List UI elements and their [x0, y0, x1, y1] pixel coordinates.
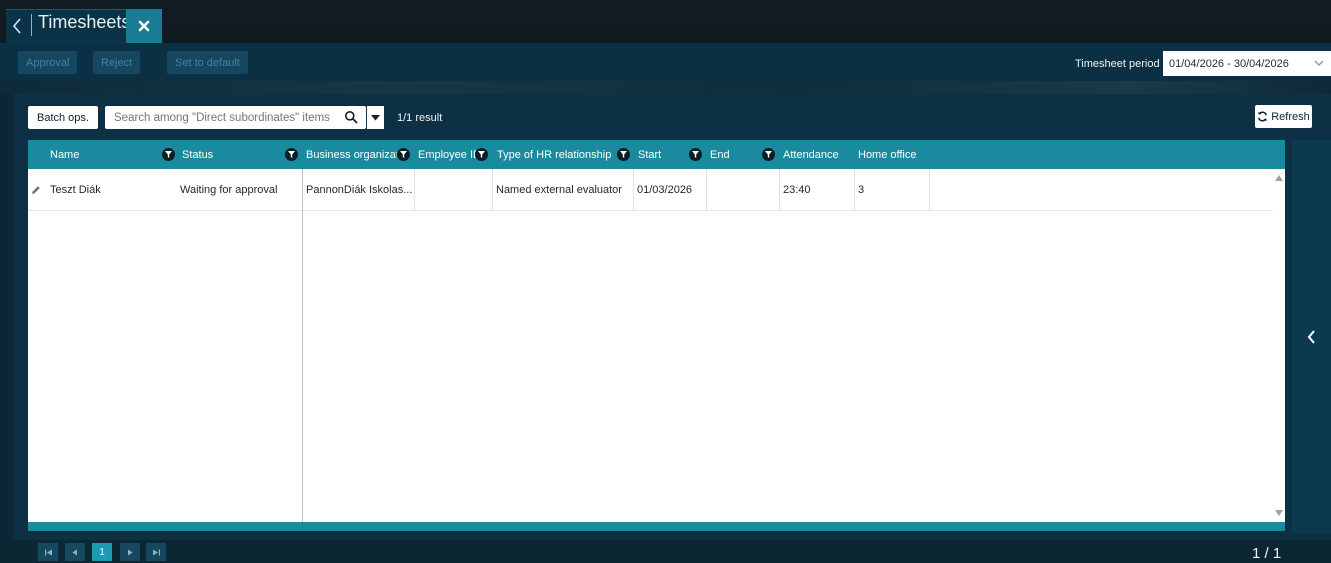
table-row[interactable]: Teszt Diák Waiting for approval PannonDi…: [28, 169, 1273, 211]
cell-business-org: PannonDiák Iskolas...: [303, 169, 415, 211]
decorative-band: [0, 81, 1331, 94]
cell-start: 01/03/2026: [634, 169, 707, 211]
search-scope-dropdown[interactable]: [367, 106, 384, 129]
first-page-icon: [44, 549, 52, 555]
search-icon: [345, 111, 358, 124]
prev-page-icon: [72, 549, 77, 555]
cell-end: [707, 169, 780, 211]
grid-header: Name Status Business organizat Employee …: [28, 140, 1285, 169]
close-icon: [138, 20, 150, 32]
next-page-icon: [128, 549, 133, 555]
filter-icon[interactable]: [162, 148, 175, 161]
result-count: 1/1 result: [397, 112, 443, 124]
last-page-button[interactable]: [146, 543, 166, 561]
column-header-end[interactable]: End: [710, 140, 760, 169]
column-label: Start: [638, 148, 662, 161]
filter-icon[interactable]: [285, 148, 298, 161]
refresh-icon: [1258, 111, 1268, 122]
scroll-down-icon[interactable]: [1275, 510, 1283, 516]
approval-button[interactable]: Approval: [18, 51, 78, 74]
column-label: Business organizat: [306, 148, 397, 161]
caret-down-icon: [371, 114, 380, 120]
previous-page-button[interactable]: [65, 543, 85, 561]
cell-employee-id: [415, 169, 493, 211]
frozen-column-divider: [302, 169, 303, 522]
filter-icon[interactable]: [762, 148, 775, 161]
refresh-button[interactable]: Refresh: [1255, 105, 1312, 128]
current-page-button[interactable]: 1: [92, 543, 112, 561]
collapse-left-icon: [1307, 329, 1315, 344]
timesheet-period-label: Timesheet period: [1075, 58, 1160, 70]
column-header-home-office[interactable]: Home office: [858, 140, 930, 169]
refresh-label: Refresh: [1271, 110, 1310, 123]
column-label: Home office: [858, 148, 917, 161]
cell-attendance: 23:40: [780, 169, 855, 211]
column-header-employee-id[interactable]: Employee ID: [418, 140, 476, 169]
close-tab-button[interactable]: [126, 9, 162, 43]
chevron-down-icon: [1314, 60, 1324, 66]
title-bar: Timesheets: [0, 0, 1331, 43]
search-box: [105, 106, 366, 129]
timesheet-period-select[interactable]: 01/04/2026 - 30/04/2026: [1163, 51, 1331, 76]
next-page-button[interactable]: [120, 543, 140, 561]
search-button[interactable]: [344, 110, 358, 127]
filter-icon[interactable]: [617, 148, 630, 161]
back-button[interactable]: [6, 9, 28, 43]
column-label: Employee ID: [418, 148, 476, 161]
grid-footer: [28, 522, 1285, 531]
batch-ops-button[interactable]: Batch ops.: [28, 106, 98, 129]
cell-hr-relationship: Named external evaluator: [493, 169, 634, 211]
edit-row-button[interactable]: [28, 169, 44, 211]
column-header-name[interactable]: Name: [50, 140, 170, 169]
filter-icon[interactable]: [475, 148, 488, 161]
edit-icon: [32, 186, 40, 194]
column-header-status[interactable]: Status: [182, 140, 282, 169]
first-page-button[interactable]: [38, 543, 58, 561]
column-header-business-org[interactable]: Business organizat: [306, 140, 397, 169]
grid-body: Teszt Diák Waiting for approval PannonDi…: [28, 169, 1285, 522]
column-header-attendance[interactable]: Attendance: [783, 140, 853, 169]
page-indicator: 1 / 1: [1252, 545, 1282, 562]
column-label: End: [710, 148, 730, 161]
column-header-hr-relationship[interactable]: Type of HR relationship: [497, 140, 615, 169]
search-input[interactable]: [114, 111, 342, 124]
tab-divider: [31, 14, 32, 36]
column-label: Status: [182, 148, 214, 161]
column-label: Type of HR relationship: [497, 148, 612, 161]
cell-name: Teszt Diák: [50, 184, 101, 196]
last-page-icon: [152, 549, 160, 555]
column-label: Name: [50, 148, 80, 161]
scroll-up-icon[interactable]: [1275, 175, 1283, 181]
column-label: Attendance: [783, 148, 839, 161]
set-to-default-button[interactable]: Set to default: [167, 51, 248, 74]
side-panel-toggle[interactable]: [1292, 140, 1331, 533]
back-icon: [12, 18, 21, 34]
filter-icon[interactable]: [397, 148, 410, 161]
cell-home-office: 3: [855, 169, 930, 211]
action-toolbar: Approval Reject Set to default Timesheet…: [0, 43, 1331, 81]
page-title: Timesheets: [38, 12, 131, 32]
cell-status: Waiting for approval: [180, 184, 278, 196]
vertical-scrollbar[interactable]: [1273, 169, 1285, 522]
timesheet-period-value: 01/04/2026 - 30/04/2026: [1169, 57, 1289, 70]
reject-button[interactable]: Reject: [93, 51, 141, 74]
column-header-start[interactable]: Start: [638, 140, 688, 169]
filter-icon[interactable]: [689, 148, 702, 161]
